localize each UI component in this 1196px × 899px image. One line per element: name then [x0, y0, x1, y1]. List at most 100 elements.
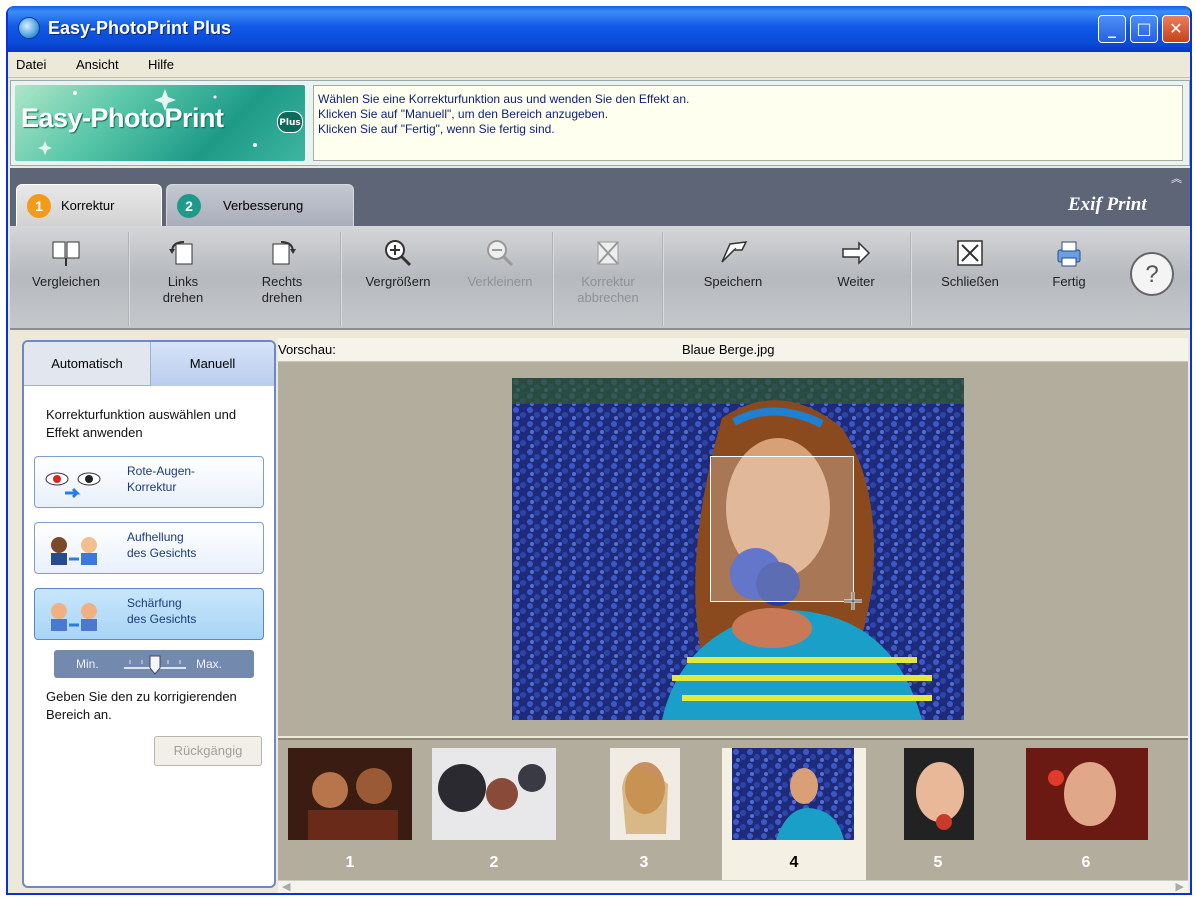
thumbnail-number: 6	[1081, 854, 1091, 871]
tab-label: Verbesserung	[223, 198, 304, 213]
save-button[interactable]: Speichern	[670, 236, 796, 322]
tab-manuell[interactable]: Manuell	[150, 342, 274, 386]
logo-plus-badge: Plus	[277, 111, 303, 133]
red-eye-icon	[45, 472, 101, 499]
help-icon: ?	[1130, 252, 1174, 296]
face-sharpen-icon	[51, 603, 97, 631]
thumbnail-number: 3	[639, 854, 649, 871]
thumbnail-image	[1026, 748, 1148, 840]
compare-icon	[52, 241, 80, 266]
header-banner: Easy-PhotoPrint Plus Wählen Sie eine Kor…	[10, 80, 1190, 166]
zoom-out-icon	[487, 240, 514, 267]
selection-rectangle[interactable]	[710, 456, 854, 602]
thumbnail-item[interactable]: 6	[1022, 748, 1150, 880]
face-sharpen-button[interactable]: Schärfung des Gesichts	[34, 588, 264, 640]
thumbnail-image	[432, 748, 556, 840]
tab-automatisch[interactable]: Automatisch	[24, 342, 150, 386]
zoom-in-button[interactable]: Vergrößern	[348, 236, 448, 322]
undo-button[interactable]: Rückgängig	[154, 736, 262, 766]
compare-button[interactable]: Vergleichen	[10, 236, 122, 322]
toolbar-separator	[552, 232, 554, 326]
red-eye-correction-button[interactable]: Rote-Augen- Korrektur	[34, 456, 264, 508]
thumbnail-item[interactable]: 5	[874, 748, 1002, 880]
slider-max-label: Max.	[196, 657, 223, 671]
instruction-box: Wählen Sie eine Korrekturfunktion aus un…	[313, 85, 1183, 161]
next-arrow-icon	[842, 241, 871, 265]
zoom-in-label: Vergrößern	[365, 274, 431, 289]
app-logo: Easy-PhotoPrint Plus	[15, 85, 305, 161]
close-button[interactable]: Schließen	[918, 236, 1022, 322]
preview-photo[interactable]	[512, 378, 964, 720]
effect-level-slider[interactable]: Min. Max.	[54, 650, 254, 678]
next-label: Weiter	[837, 274, 875, 289]
scroll-left-icon[interactable]: ◀	[282, 880, 290, 893]
move-cursor-icon	[844, 592, 862, 610]
face-brighten-button[interactable]: Aufhellung des Gesichts	[34, 522, 264, 574]
thumbnail-strip: 1 2 3 4 5 6	[278, 738, 1188, 880]
tab-number-badge: 2	[177, 194, 201, 218]
correction-panel: Automatisch Manuell Korrekturfunktion au…	[22, 340, 276, 888]
menu-hilfe[interactable]: Hilfe	[148, 57, 174, 72]
help-glyph: ?	[1145, 261, 1158, 288]
minimize-button[interactable]: _	[1098, 15, 1126, 43]
thumbnail-number: 1	[345, 854, 355, 871]
instruction-line: Wählen Sie eine Korrekturfunktion aus un…	[318, 92, 690, 106]
preview-filename: Blaue Berge.jpg	[682, 342, 775, 357]
thumbnail-image	[904, 748, 974, 840]
red-eye-label: Rote-Augen- Korrektur	[127, 464, 196, 494]
preview-area[interactable]	[278, 362, 1188, 736]
slider-track	[124, 655, 186, 675]
thumbnail-item-selected[interactable]: 4	[722, 748, 866, 880]
scroll-right-icon[interactable]: ▶	[1176, 880, 1184, 893]
save-label: Speichern	[703, 274, 763, 289]
rotate-right-button[interactable]: Rechts drehen	[232, 236, 332, 322]
close-label: Schließen	[941, 274, 999, 289]
rotate-left-label: Links drehen	[162, 274, 204, 305]
close-icon	[957, 240, 983, 266]
zoom-out-label: Verkleinern	[467, 274, 533, 289]
cancel-correction-label: Korrektur abbrechen	[577, 274, 639, 305]
save-icon	[721, 241, 748, 263]
instruction-line: Klicken Sie auf "Manuell", um den Bereic…	[318, 107, 609, 121]
done-button[interactable]: Fertig	[1024, 236, 1114, 322]
app-window: Easy-PhotoPrint Plus _ □ ✕ Datei Ansicht…	[6, 6, 1192, 895]
thumbnail-image	[288, 748, 412, 840]
rotate-left-button[interactable]: Links drehen	[136, 236, 230, 322]
preview-label: Vorschau:	[278, 342, 336, 357]
tab-korrektur[interactable]: 1 Korrektur	[16, 184, 162, 226]
menu-ansicht[interactable]: Ansicht	[76, 57, 119, 72]
zoom-out-button[interactable]: Verkleinern	[452, 236, 548, 322]
zoom-in-icon	[385, 240, 412, 267]
app-icon	[18, 17, 40, 39]
panel-intro-text: Korrekturfunktion auswählen und Effekt a…	[46, 407, 237, 440]
face-brighten-icon	[51, 537, 97, 565]
face-brighten-label: Aufhellung des Gesichts	[127, 530, 197, 560]
cancel-correction-button[interactable]: Korrektur abbrechen	[558, 236, 658, 322]
thumbnail-scrollbar[interactable]: ◀ ▶	[278, 880, 1188, 893]
compare-label: Vergleichen	[32, 274, 100, 289]
rotate-right-label: Rechts drehen	[261, 274, 303, 305]
close-window-button[interactable]: ✕	[1162, 15, 1190, 43]
thumbnail-item[interactable]: 2	[430, 748, 558, 880]
tab-verbesserung[interactable]: 2 Verbesserung	[166, 184, 354, 226]
title-bar[interactable]: Easy-PhotoPrint Plus _ □ ✕	[8, 6, 1190, 52]
tab-label: Korrektur	[61, 198, 115, 213]
thumbnail-number: 4	[789, 854, 799, 871]
toolbar: Vergleichen Links drehen Rechts drehen V…	[10, 226, 1190, 330]
maximize-button[interactable]: □	[1130, 15, 1158, 43]
thumbnail-number: 2	[489, 854, 499, 871]
tab-number-badge: 1	[27, 194, 51, 218]
collapse-chevron-icon[interactable]: ︽	[1171, 170, 1182, 186]
menu-datei[interactable]: Datei	[16, 57, 46, 72]
done-printer-icon	[1057, 241, 1081, 267]
slider-thumb[interactable]	[149, 655, 161, 675]
instruction-line: Klicken Sie auf "Fertig", wenn Sie ferti…	[318, 122, 555, 136]
thumbnail-item[interactable]: 3	[580, 748, 708, 880]
thumbnail-item[interactable]: 1	[286, 748, 414, 880]
hint-text: Geben Sie den zu korrigierenden Bereich …	[46, 689, 237, 722]
help-button[interactable]: ?	[1122, 236, 1182, 322]
slider-min-label: Min.	[76, 657, 99, 671]
face-sharpen-label: Schärfung des Gesichts	[127, 596, 197, 626]
next-button[interactable]: Weiter	[806, 236, 906, 322]
toolbar-separator	[128, 232, 130, 326]
